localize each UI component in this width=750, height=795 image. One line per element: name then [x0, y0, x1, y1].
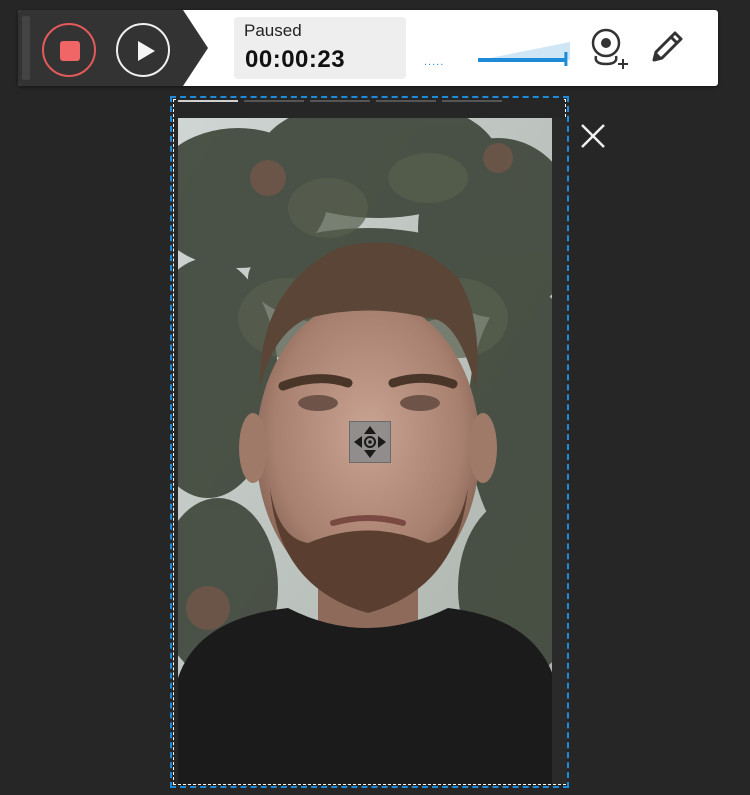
volume-fill [478, 58, 566, 62]
strip-segment [244, 100, 304, 102]
play-icon [138, 41, 155, 61]
volume-ramp [480, 42, 570, 60]
stop-icon [60, 41, 80, 61]
status-label: Paused [244, 21, 302, 40]
strip-segment [178, 100, 238, 102]
capture-top-strip [178, 98, 564, 118]
audio-level-indicator: ..... [424, 56, 445, 68]
resume-recording-button[interactable] [116, 23, 170, 77]
control-panel [18, 10, 208, 86]
toolbar-grip-handle[interactable] [22, 16, 30, 80]
move-arrows-icon [354, 426, 386, 458]
stop-recording-button[interactable] [42, 23, 96, 77]
recording-status: Paused 00:00:23 [234, 17, 406, 79]
strip-segment [310, 100, 370, 102]
recording-toolbar: Paused 00:00:23 ..... [18, 10, 718, 86]
volume-thumb[interactable] [564, 52, 568, 66]
volume-slider[interactable] [478, 38, 574, 68]
strip-segment [442, 100, 502, 102]
capture-area[interactable] [170, 96, 569, 788]
strip-segment [376, 100, 436, 102]
move-handle[interactable] [349, 421, 391, 463]
capture-side-edge [552, 118, 567, 784]
webcam-add-icon[interactable] [588, 26, 630, 70]
close-icon[interactable] [578, 121, 608, 151]
pencil-icon[interactable] [648, 28, 686, 68]
recording-timer: 00:00:23 [245, 46, 346, 73]
